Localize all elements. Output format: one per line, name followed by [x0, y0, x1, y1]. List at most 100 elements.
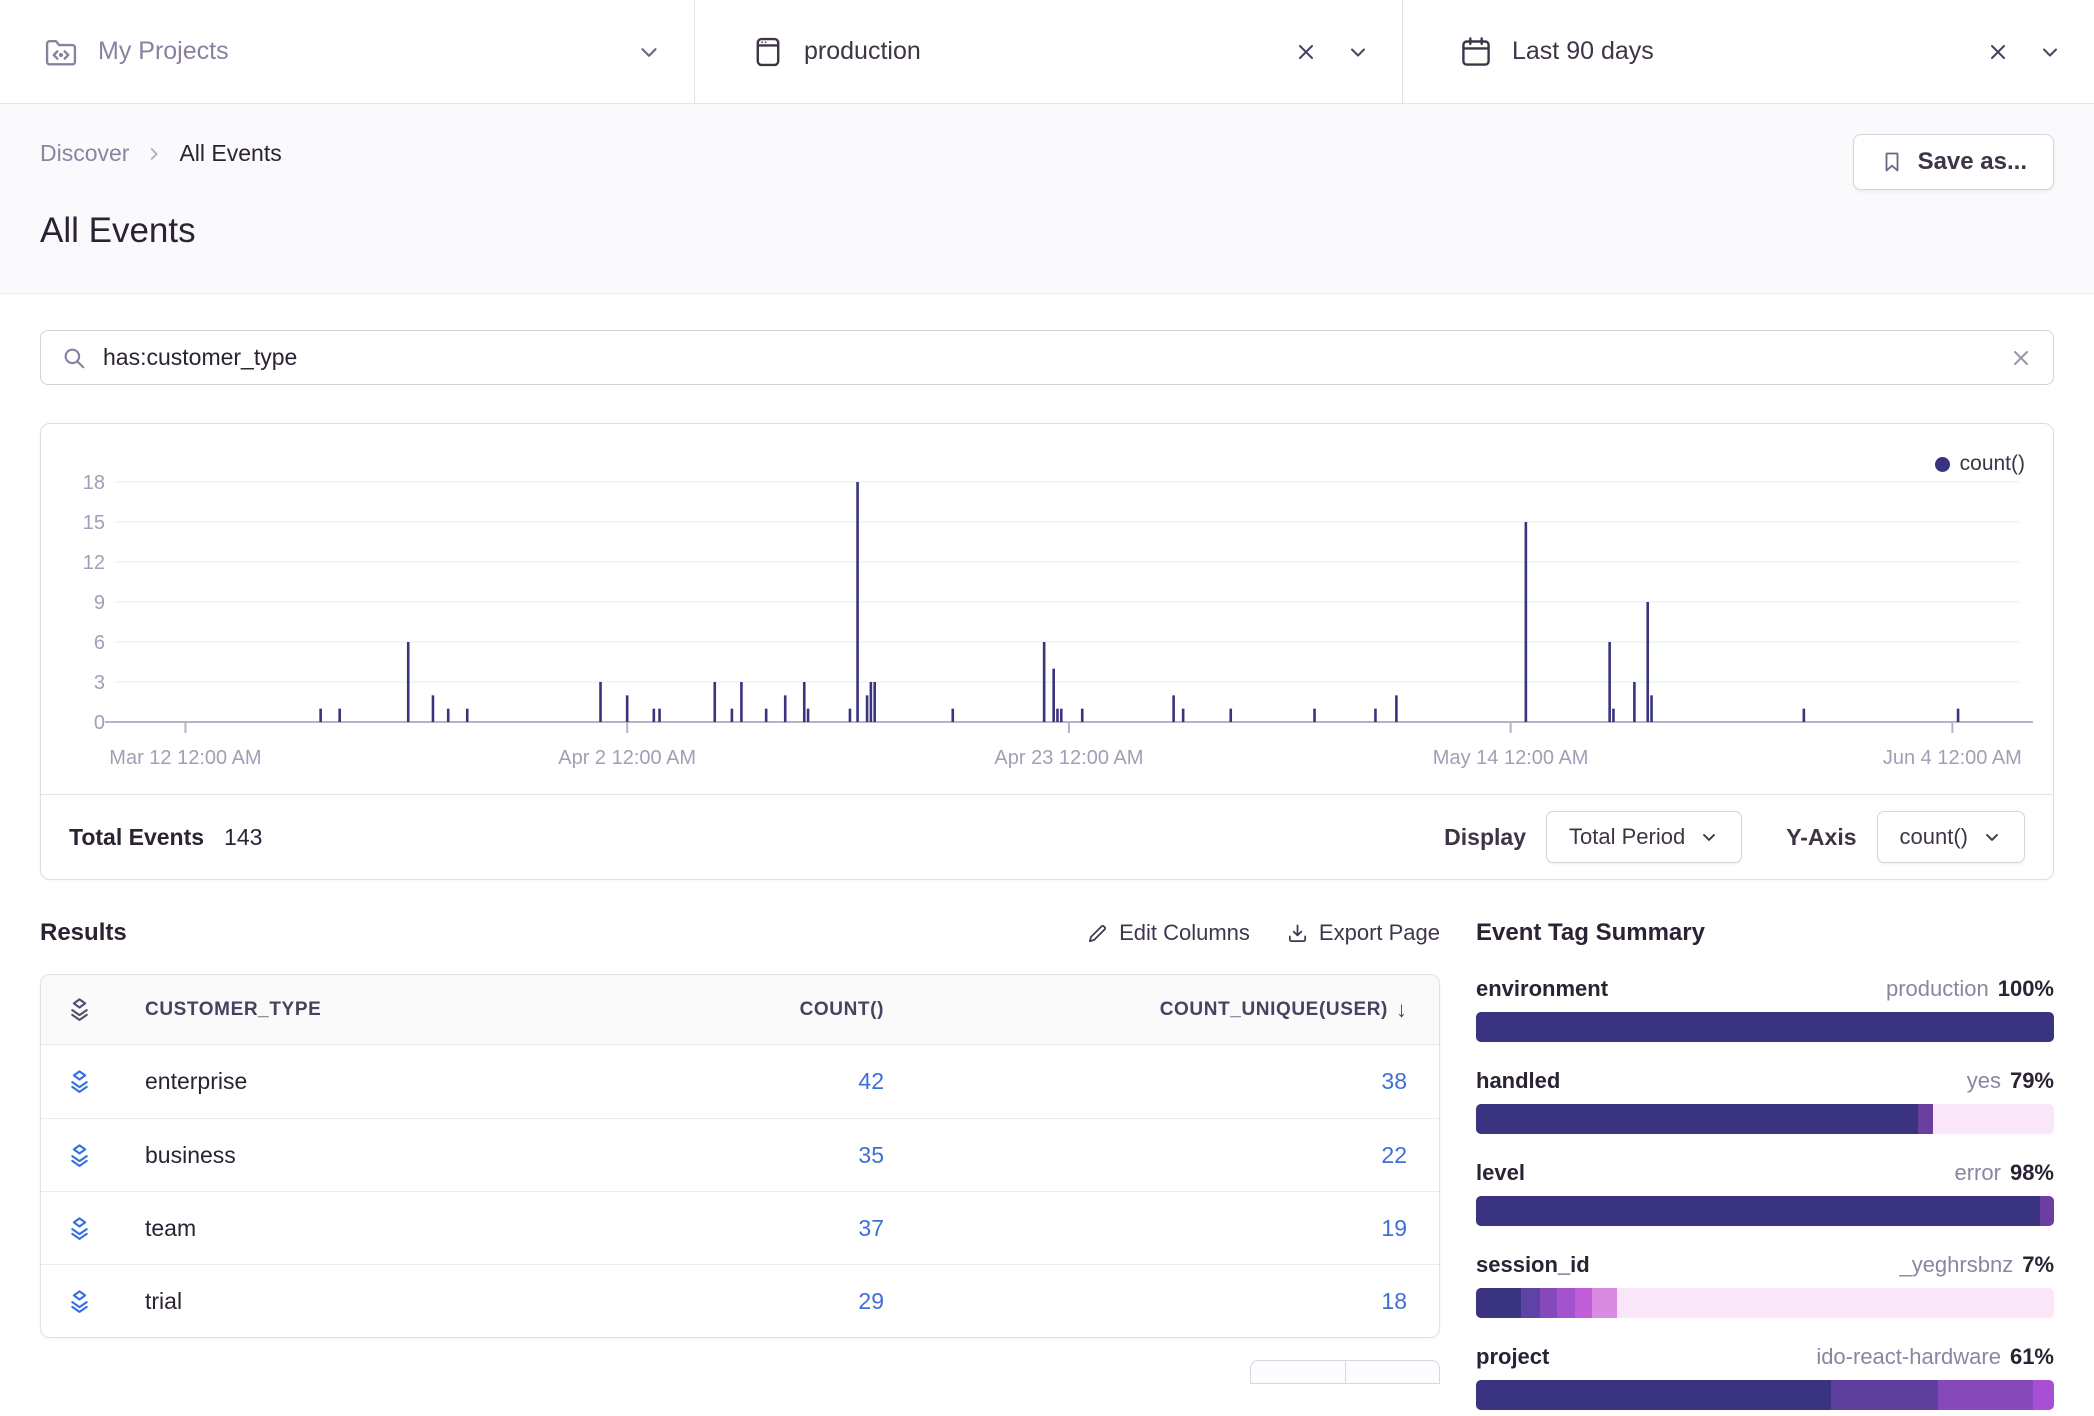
svg-text:Jun 4 12:00 AM: Jun 4 12:00 AM: [1883, 747, 2022, 769]
column-header-count-unique-label: COUNT_UNIQUE(USER): [1160, 999, 1388, 1021]
tag-summary-heading: Event Tag Summary: [1476, 919, 1705, 947]
tag-name: handled: [1476, 1068, 1560, 1094]
chart-footer: Total Events 143 Display Total Period Y-…: [41, 794, 2053, 879]
total-events-label: Total Events: [69, 824, 204, 851]
svg-text:Mar 12 12:00 AM: Mar 12 12:00 AM: [109, 747, 261, 769]
date-filter-clear-icon[interactable]: [1986, 40, 2010, 64]
search-icon: [61, 345, 87, 371]
cell-count-unique[interactable]: 22: [1381, 1142, 1407, 1169]
svg-text:Apr 2 12:00 AM: Apr 2 12:00 AM: [558, 747, 696, 769]
stack-icon[interactable]: [41, 1068, 117, 1095]
table-row: business 35 22: [41, 1118, 1439, 1191]
svg-text:9: 9: [94, 592, 105, 614]
tag-row-level: level error 98%: [1476, 1160, 2054, 1226]
cell-count-unique[interactable]: 19: [1381, 1215, 1407, 1242]
tag-percent: 7%: [2022, 1252, 2054, 1278]
stack-icon[interactable]: [41, 1142, 117, 1169]
tag-distribution-bar[interactable]: [1476, 1380, 2054, 1410]
stack-icon[interactable]: [41, 1215, 117, 1242]
chevron-down-icon: [1982, 827, 2002, 847]
date-range-filter[interactable]: Last 90 days: [1403, 0, 2094, 103]
sort-desc-icon: ↓: [1396, 997, 1407, 1023]
tag-name: level: [1476, 1160, 1525, 1186]
search-clear-icon[interactable]: [2009, 346, 2033, 370]
tag-percent: 61%: [2010, 1344, 2054, 1370]
chevron-down-icon: [1699, 827, 1719, 847]
cell-count-unique[interactable]: 38: [1381, 1068, 1407, 1095]
cell-count-unique[interactable]: 18: [1381, 1288, 1407, 1315]
cell-customer-type: enterprise: [117, 1068, 624, 1095]
tag-top-value: yes: [1967, 1068, 2001, 1094]
tag-percent: 98%: [2010, 1160, 2054, 1186]
column-header-customer-type[interactable]: CUSTOMER_TYPE: [117, 999, 624, 1021]
project-filter-chevron-icon[interactable]: [636, 39, 662, 65]
table-row: team 37 19: [41, 1191, 1439, 1264]
cell-customer-type: trial: [117, 1288, 624, 1315]
svg-text:Apr 23 12:00 AM: Apr 23 12:00 AM: [994, 747, 1143, 769]
tag-distribution-bar[interactable]: [1476, 1104, 2054, 1134]
cell-count[interactable]: 29: [624, 1288, 884, 1315]
edit-columns-label: Edit Columns: [1119, 920, 1250, 946]
stack-icon: [41, 996, 117, 1023]
environment-filter-chevron-icon[interactable]: [1346, 40, 1370, 64]
results-table-header: CUSTOMER_TYPE COUNT() COUNT_UNIQUE(USER)…: [41, 975, 1439, 1045]
yaxis-dropdown[interactable]: count(): [1877, 811, 2025, 863]
date-filter-chevron-icon[interactable]: [2038, 40, 2062, 64]
pagination-next-button[interactable]: [1345, 1361, 1440, 1383]
results-heading: Results: [40, 919, 127, 947]
cell-count[interactable]: 35: [624, 1142, 884, 1169]
projects-folder-icon: [42, 33, 80, 71]
cell-customer-type: business: [117, 1142, 624, 1169]
environment-filter[interactable]: production: [695, 0, 1403, 103]
environment-filter-clear-icon[interactable]: [1294, 40, 1318, 64]
tag-distribution-bar[interactable]: [1476, 1288, 2054, 1318]
page-title: All Events: [40, 211, 2054, 251]
edit-columns-button[interactable]: Edit Columns: [1086, 920, 1250, 946]
tag-top-value: _yeghrsbnz: [1899, 1252, 2013, 1278]
project-filter[interactable]: My Projects: [0, 0, 695, 103]
environment-filter-label: production: [804, 37, 921, 66]
tag-percent: 100%: [1998, 976, 2054, 1002]
project-filter-label: My Projects: [98, 37, 229, 66]
display-dropdown[interactable]: Total Period: [1546, 811, 1742, 863]
export-page-button[interactable]: Export Page: [1286, 920, 1440, 946]
legend-dot-icon: [1935, 457, 1950, 472]
results-table: CUSTOMER_TYPE COUNT() COUNT_UNIQUE(USER)…: [40, 974, 1440, 1338]
cell-count[interactable]: 37: [624, 1215, 884, 1242]
save-as-button[interactable]: Save as...: [1853, 134, 2054, 190]
table-row: trial 29 18: [41, 1264, 1439, 1337]
svg-text:3: 3: [94, 672, 105, 694]
pagination-prev-button[interactable]: [1251, 1361, 1345, 1383]
tag-name: project: [1476, 1344, 1549, 1370]
breadcrumb-discover-link[interactable]: Discover: [40, 140, 129, 167]
cell-customer-type: team: [117, 1215, 624, 1242]
search-bar[interactable]: [40, 330, 2054, 385]
breadcrumb-current: All Events: [179, 140, 281, 167]
column-header-count[interactable]: COUNT(): [624, 999, 884, 1021]
window-icon: [750, 34, 786, 70]
tag-distribution-bar[interactable]: [1476, 1012, 2054, 1042]
tag-name: session_id: [1476, 1252, 1590, 1278]
pencil-icon: [1086, 922, 1109, 945]
svg-text:May 14 12:00 AM: May 14 12:00 AM: [1433, 747, 1589, 769]
events-chart: 0369121518Mar 12 12:00 AMApr 2 12:00 AMA…: [41, 424, 2053, 794]
search-input[interactable]: [103, 344, 2009, 371]
events-chart-panel: 0369121518Mar 12 12:00 AMApr 2 12:00 AMA…: [40, 423, 2054, 880]
cell-count[interactable]: 42: [624, 1068, 884, 1095]
total-events-value: 143: [224, 824, 262, 851]
tag-top-value: ido-react-hardware: [1816, 1344, 2001, 1370]
chart-canvas: 0369121518Mar 12 12:00 AMApr 2 12:00 AMA…: [41, 424, 2053, 794]
column-header-count-unique[interactable]: COUNT_UNIQUE(USER) ↓: [884, 997, 1439, 1023]
svg-text:6: 6: [94, 632, 105, 654]
tag-distribution-bar[interactable]: [1476, 1196, 2054, 1226]
svg-text:12: 12: [83, 552, 105, 574]
svg-text:0: 0: [94, 712, 105, 734]
global-filter-bar: My Projects production: [0, 0, 2094, 104]
tag-row-session-id: session_id _yeghrsbnz 7%: [1476, 1252, 2054, 1318]
tag-row-project: project ido-react-hardware 61%: [1476, 1344, 2054, 1410]
chart-legend[interactable]: count(): [1935, 452, 2025, 476]
stack-icon[interactable]: [41, 1288, 117, 1315]
export-page-label: Export Page: [1319, 920, 1440, 946]
tag-top-value: error: [1955, 1160, 2001, 1186]
table-row: enterprise 42 38: [41, 1045, 1439, 1118]
